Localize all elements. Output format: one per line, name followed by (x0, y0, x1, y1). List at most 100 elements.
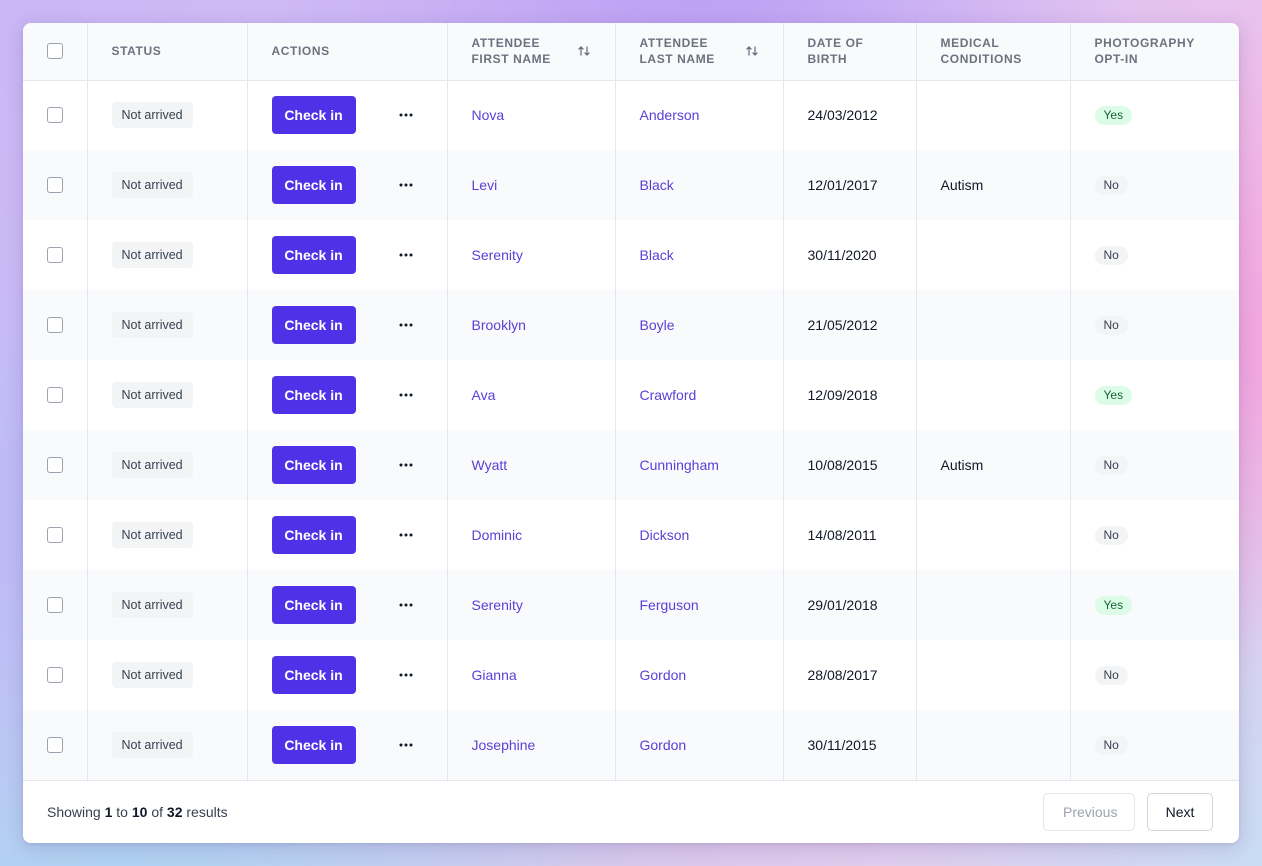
status-badge: Not arrived (111, 242, 193, 268)
check-in-button[interactable]: Check in (271, 446, 356, 484)
table-row: Not arrived Check in Josephine Gordon 30/11/… (23, 710, 1239, 780)
row-checkbox[interactable] (47, 527, 63, 543)
table-row: Not arrived Check in Wyatt Cunningham 10/08/… (23, 430, 1239, 500)
more-horizontal-icon[interactable] (394, 383, 418, 407)
last-name-link[interactable]: Gordon (640, 667, 687, 683)
photo-cell: No (1070, 640, 1239, 710)
last-name-cell: Ferguson (615, 570, 784, 640)
medical-cell (916, 710, 1071, 780)
photo-cell: No (1070, 710, 1239, 780)
pager: Previous Next (1043, 793, 1213, 831)
sort-arrows-icon[interactable] (745, 44, 759, 58)
row-checkbox[interactable] (47, 737, 63, 753)
first-name-link[interactable]: Josephine (472, 737, 536, 753)
more-horizontal-icon[interactable] (394, 453, 418, 477)
row-select-cell (23, 570, 88, 640)
row-checkbox[interactable] (47, 317, 63, 333)
results-to-label: to (116, 804, 128, 820)
row-select-cell (23, 640, 88, 710)
check-in-button[interactable]: Check in (271, 376, 356, 414)
photo-opt-in-badge: No (1094, 175, 1128, 195)
first-name-cell: Serenity (447, 220, 616, 290)
status-badge: Not arrived (111, 522, 193, 548)
first-name-cell: Gianna (447, 640, 616, 710)
more-horizontal-icon[interactable] (394, 103, 418, 127)
header-photo-line2: OPT-IN (1094, 52, 1139, 67)
first-name-link[interactable]: Nova (472, 107, 505, 123)
first-name-link[interactable]: Serenity (472, 597, 523, 613)
more-horizontal-icon[interactable] (394, 173, 418, 197)
header-actions: ACTIONS (247, 23, 448, 81)
more-horizontal-icon[interactable] (394, 733, 418, 757)
check-in-button[interactable]: Check in (271, 96, 356, 135)
check-in-button[interactable]: Check in (271, 516, 356, 554)
row-checkbox[interactable] (47, 107, 63, 124)
more-horizontal-icon[interactable] (394, 523, 418, 547)
actions-cell: Check in (247, 430, 448, 500)
last-name-link[interactable]: Black (640, 177, 674, 193)
check-in-button[interactable]: Check in (271, 656, 356, 694)
dob-cell: 10/08/2015 (783, 430, 917, 500)
last-name-link[interactable]: Anderson (640, 107, 700, 123)
header-medical-line1: MEDICAL (940, 36, 1000, 51)
last-name-link[interactable]: Crawford (640, 387, 697, 403)
select-all-checkbox[interactable] (47, 43, 63, 60)
first-name-link[interactable]: Brooklyn (472, 317, 526, 333)
next-button[interactable]: Next (1147, 793, 1213, 831)
status-cell: Not arrived (87, 710, 248, 780)
status-cell: Not arrived (87, 220, 248, 290)
last-name-cell: Anderson (615, 80, 784, 150)
first-name-link[interactable]: Serenity (472, 247, 523, 263)
header-last-name[interactable]: ATTENDEE LAST NAME (615, 23, 784, 81)
more-horizontal-icon[interactable] (394, 663, 418, 687)
actions-cell: Check in (247, 500, 448, 570)
more-horizontal-icon[interactable] (394, 313, 418, 337)
medical-cell (916, 220, 1071, 290)
last-name-link[interactable]: Cunningham (640, 457, 719, 473)
last-name-link[interactable]: Boyle (640, 317, 675, 333)
photo-opt-in-badge: Yes (1094, 385, 1133, 405)
first-name-link[interactable]: Gianna (472, 667, 517, 683)
more-horizontal-icon[interactable] (394, 243, 418, 267)
status-badge: Not arrived (111, 452, 193, 478)
row-checkbox[interactable] (47, 457, 63, 473)
table-row: Not arrived Check in Ava Crawford 12/09/2018… (23, 360, 1239, 430)
more-horizontal-icon[interactable] (394, 593, 418, 617)
header-dob-line1: DATE OF (807, 36, 864, 51)
sort-arrows-icon[interactable] (577, 44, 591, 58)
row-checkbox[interactable] (47, 387, 63, 403)
pagination-footer: Showing 1 to 10 of 32 results Previous N… (23, 780, 1239, 843)
last-name-link[interactable]: Dickson (640, 527, 690, 543)
row-checkbox[interactable] (47, 597, 63, 613)
last-name-link[interactable]: Black (640, 247, 674, 263)
previous-button[interactable]: Previous (1043, 793, 1135, 831)
header-photo: PHOTOGRAPHY OPT-IN (1070, 23, 1239, 81)
header-first-name[interactable]: ATTENDEE FIRST NAME (447, 23, 616, 81)
last-name-link[interactable]: Gordon (640, 737, 687, 753)
check-in-button[interactable]: Check in (271, 726, 356, 764)
check-in-button[interactable]: Check in (271, 586, 356, 624)
row-checkbox[interactable] (47, 667, 63, 683)
results-showing-label: Showing (47, 804, 101, 820)
header-medical: MEDICAL CONDITIONS (916, 23, 1071, 81)
check-in-button[interactable]: Check in (271, 166, 356, 204)
check-in-button[interactable]: Check in (271, 236, 356, 274)
first-name-link[interactable]: Levi (472, 177, 498, 193)
first-name-cell: Josephine (447, 710, 616, 780)
first-name-link[interactable]: Wyatt (472, 457, 508, 473)
status-cell: Not arrived (87, 290, 248, 360)
check-in-button[interactable]: Check in (271, 306, 356, 344)
row-checkbox[interactable] (47, 247, 63, 263)
last-name-cell: Boyle (615, 290, 784, 360)
header-dob-line2: BIRTH (807, 52, 848, 67)
status-cell: Not arrived (87, 570, 248, 640)
dob-cell: 24/03/2012 (783, 80, 917, 150)
photo-opt-in-badge: No (1094, 525, 1128, 545)
row-checkbox[interactable] (47, 177, 63, 193)
last-name-link[interactable]: Ferguson (640, 597, 699, 613)
dob-cell: 30/11/2015 (783, 710, 917, 780)
first-name-link[interactable]: Ava (472, 387, 496, 403)
first-name-link[interactable]: Dominic (472, 527, 523, 543)
status-badge: Not arrived (111, 102, 193, 129)
photo-cell: Yes (1070, 570, 1239, 640)
